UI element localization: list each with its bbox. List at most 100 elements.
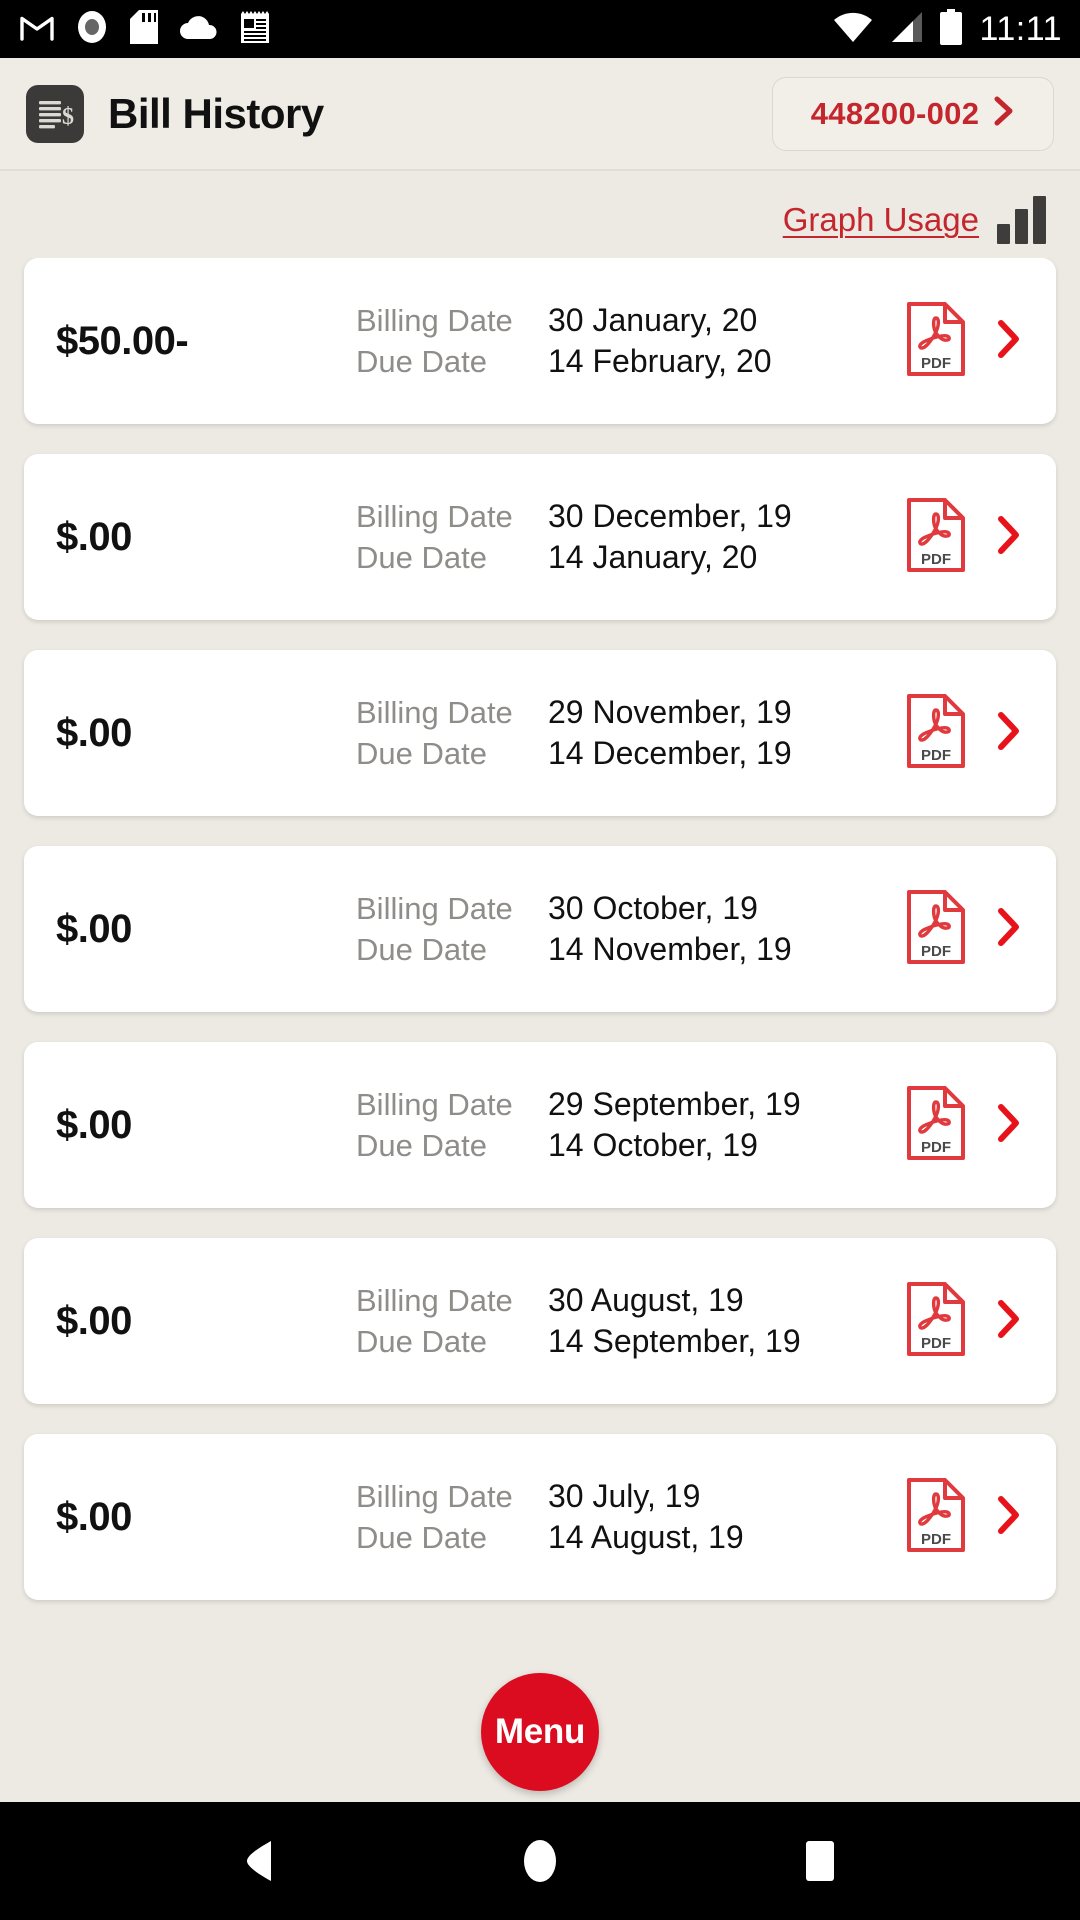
bill-history-list: $50.00- Billing Date 30 January, 20 Due … [0, 258, 1080, 1662]
svg-text:$: $ [62, 104, 74, 130]
billing-date-label: Billing Date [356, 499, 513, 534]
billing-date-value: 30 August, 19 [548, 1282, 744, 1318]
billing-date-line: Billing Date 30 July, 19 [356, 1478, 906, 1515]
bill-row-actions: PDF [906, 889, 1028, 970]
billing-date-line: Billing Date 29 September, 19 [356, 1086, 906, 1123]
account-selector-button[interactable]: 448200-002 [772, 76, 1054, 151]
due-date-line: Due Date 14 October, 19 [356, 1127, 906, 1164]
due-date-label: Due Date [356, 1520, 487, 1555]
due-date-label: Due Date [356, 344, 487, 379]
status-bar-system-icons: 11:11 [833, 8, 1062, 50]
recents-square-icon[interactable] [760, 1802, 880, 1920]
chevron-right-icon[interactable] [996, 515, 1022, 560]
graph-usage-link[interactable]: Graph Usage [783, 201, 979, 239]
due-date-label: Due Date [356, 1324, 487, 1359]
billing-date-label: Billing Date [356, 1283, 513, 1318]
sd-card-icon [130, 9, 158, 49]
due-date-label: Due Date [356, 932, 487, 967]
bill-amount: $.00 [56, 710, 132, 755]
gmail-icon [20, 12, 54, 47]
table-row[interactable]: $50.00- Billing Date 30 January, 20 Due … [24, 258, 1056, 424]
billing-date-line: Billing Date 30 December, 19 [356, 498, 906, 535]
bill-amount: $.00 [56, 906, 132, 951]
bar-chart-icon[interactable] [997, 196, 1046, 244]
table-row[interactable]: $.00 Billing Date 30 August, 19 Due Date… [24, 1238, 1056, 1404]
chevron-right-icon[interactable] [996, 711, 1022, 756]
bill-dates: Billing Date 30 July, 19 Due Date 14 Aug… [356, 1478, 906, 1556]
bill-dates: Billing Date 29 September, 19 Due Date 1… [356, 1086, 906, 1164]
chevron-right-icon [993, 96, 1015, 131]
chevron-right-icon[interactable] [996, 1299, 1022, 1344]
bill-row-actions: PDF [906, 497, 1028, 578]
billing-date-label: Billing Date [356, 303, 513, 338]
table-row[interactable]: $.00 Billing Date 30 December, 19 Due Da… [24, 454, 1056, 620]
chevron-right-icon[interactable] [996, 1495, 1022, 1540]
svg-text:PDF: PDF [921, 355, 951, 372]
table-row[interactable]: $.00 Billing Date 30 October, 19 Due Dat… [24, 846, 1056, 1012]
pdf-icon[interactable]: PDF [906, 497, 966, 578]
table-row[interactable]: $.00 Billing Date 29 November, 19 Due Da… [24, 650, 1056, 816]
pdf-icon[interactable]: PDF [906, 693, 966, 774]
app-root: 11:11 $ Bill History 448200-002 Graph Us… [0, 0, 1080, 1920]
bill-row-actions: PDF [906, 1085, 1028, 1166]
pdf-icon[interactable]: PDF [906, 889, 966, 970]
record-icon [76, 10, 108, 49]
billing-date-value: 30 December, 19 [548, 498, 792, 534]
home-circle-icon[interactable] [480, 1802, 600, 1920]
page-title: Bill History [108, 89, 324, 137]
bill-amount: $.00 [56, 1494, 132, 1539]
pdf-icon[interactable]: PDF [906, 1477, 966, 1558]
menu-fab-label: Menu [494, 1712, 586, 1751]
pdf-icon[interactable]: PDF [906, 1085, 966, 1166]
due-date-value: 14 December, 19 [548, 735, 792, 771]
table-row[interactable]: $.00 Billing Date 30 July, 19 Due Date 1… [24, 1434, 1056, 1600]
due-date-value: 14 September, 19 [548, 1323, 801, 1359]
menu-fab-button[interactable]: Menu [481, 1673, 599, 1791]
bill-dates: Billing Date 30 October, 19 Due Date 14 … [356, 890, 906, 968]
svg-text:PDF: PDF [921, 1531, 951, 1548]
pdf-icon[interactable]: PDF [906, 301, 966, 382]
due-date-label: Due Date [356, 1128, 487, 1163]
svg-text:PDF: PDF [921, 943, 951, 960]
graph-usage-row: Graph Usage [0, 170, 1080, 258]
bill-amount: $.00 [56, 1298, 132, 1343]
due-date-line: Due Date 14 November, 19 [356, 931, 906, 968]
android-navigation-bar [0, 1802, 1080, 1920]
due-date-line: Due Date 14 February, 20 [356, 343, 906, 380]
fab-container: Menu [0, 1662, 1080, 1802]
chevron-right-icon[interactable] [996, 907, 1022, 952]
due-date-line: Due Date 14 December, 19 [356, 735, 906, 772]
bill-document-icon: $ [26, 84, 84, 143]
bill-dates: Billing Date 30 August, 19 Due Date 14 S… [356, 1282, 906, 1360]
due-date-label: Due Date [356, 736, 487, 771]
due-date-line: Due Date 14 September, 19 [356, 1323, 906, 1360]
billing-date-value: 30 July, 19 [548, 1478, 701, 1514]
billing-date-label: Billing Date [356, 1479, 513, 1514]
bill-row-actions: PDF [906, 1281, 1028, 1362]
billing-date-label: Billing Date [356, 695, 513, 730]
bill-amount: $.00 [56, 514, 132, 559]
pdf-icon[interactable]: PDF [906, 1281, 966, 1362]
bill-row-actions: PDF [906, 301, 1028, 382]
back-triangle-icon[interactable] [200, 1802, 320, 1920]
status-bar: 11:11 [0, 0, 1080, 58]
chevron-right-icon[interactable] [996, 319, 1022, 364]
billing-date-value: 30 January, 20 [548, 302, 758, 338]
due-date-value: 14 August, 19 [548, 1519, 744, 1555]
account-number: 448200-002 [810, 95, 980, 131]
billing-date-line: Billing Date 30 August, 19 [356, 1282, 906, 1319]
bill-dates: Billing Date 30 December, 19 Due Date 14… [356, 498, 906, 576]
bill-dates: Billing Date 29 November, 19 Due Date 14… [356, 694, 906, 772]
svg-text:PDF: PDF [921, 1139, 951, 1156]
cloud-icon [180, 14, 218, 45]
billing-date-value: 29 September, 19 [548, 1086, 801, 1122]
battery-icon [939, 8, 963, 50]
billing-date-line: Billing Date 29 November, 19 [356, 694, 906, 731]
svg-text:PDF: PDF [921, 747, 951, 764]
news-icon [240, 10, 270, 49]
chevron-right-icon[interactable] [996, 1103, 1022, 1148]
billing-date-line: Billing Date 30 October, 19 [356, 890, 906, 927]
table-row[interactable]: $.00 Billing Date 29 September, 19 Due D… [24, 1042, 1056, 1208]
status-bar-notification-icons [20, 9, 270, 49]
bill-dates: Billing Date 30 January, 20 Due Date 14 … [356, 302, 906, 380]
